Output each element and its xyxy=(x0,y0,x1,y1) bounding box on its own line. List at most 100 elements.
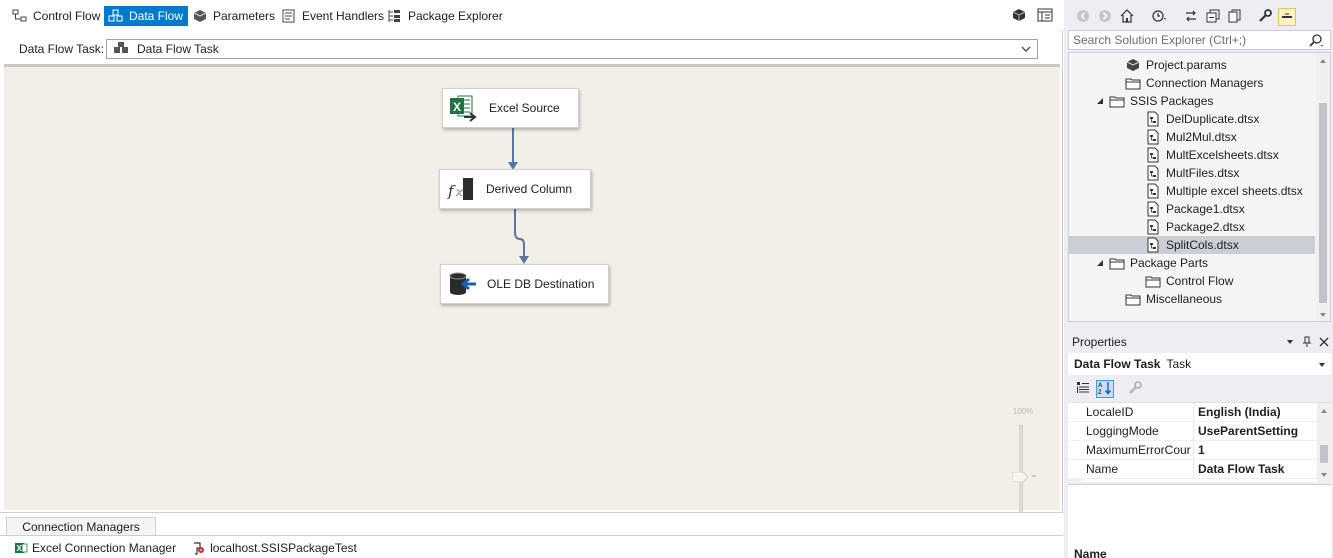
tree-item-label: Multiple excel sheets.dtsx xyxy=(1166,184,1303,198)
properties-scrollbar[interactable] xyxy=(1317,403,1331,483)
property-value[interactable]: 1 xyxy=(1194,441,1317,459)
property-row-localeid[interactable]: LocaleID English (India) xyxy=(1068,403,1317,422)
property-value[interactable]: Data Flow Task xyxy=(1194,460,1317,478)
scrollbar-thumb[interactable] xyxy=(1319,103,1327,303)
back-button[interactable] xyxy=(1074,8,1092,26)
window-dropdown-icon[interactable] xyxy=(1283,335,1297,349)
component-excel-source[interactable]: X Excel Source xyxy=(442,88,579,128)
package-designer: Control Flow Data Flow Parameters Event … xyxy=(0,0,1063,558)
ole-db-destination-icon xyxy=(445,269,479,299)
package-file-icon xyxy=(1145,237,1161,253)
zoom-slider-thumb[interactable] xyxy=(1011,471,1029,483)
tree-item[interactable]: SSIS Packages xyxy=(1069,92,1315,110)
tree-item[interactable]: Mul2Mul.dtsx xyxy=(1069,128,1315,146)
package-file-icon xyxy=(1145,129,1161,145)
pin-icon[interactable] xyxy=(1300,335,1314,349)
sort-alphabetical-icon: AZ xyxy=(1098,381,1112,398)
excel-connection-icon: X xyxy=(14,541,28,555)
chevron-down-icon xyxy=(1317,359,1327,369)
tab-control-flow[interactable]: Control Flow xyxy=(8,6,105,26)
folder-icon xyxy=(1125,291,1141,307)
property-row-loggingmode[interactable]: LoggingMode UseParentSetting xyxy=(1068,422,1317,441)
expanded-triangle-icon[interactable] xyxy=(1095,258,1105,268)
search-icon xyxy=(1308,33,1324,49)
properties-button[interactable] xyxy=(1256,8,1274,26)
component-ole-db-destination[interactable]: OLE DB Destination xyxy=(440,264,609,304)
properties-toolbar: AZ xyxy=(1068,376,1331,402)
data-flow-task-select[interactable]: Data Flow Task xyxy=(106,39,1038,59)
connection-managers-tab[interactable]: Connection Managers xyxy=(6,517,156,535)
property-value[interactable]: English (India) xyxy=(1194,403,1317,421)
pending-changes-button[interactable] xyxy=(1150,8,1168,26)
expanded-triangle-icon[interactable] xyxy=(1095,96,1105,106)
folder-icon xyxy=(1145,273,1161,289)
alphabetical-button[interactable]: AZ xyxy=(1096,380,1114,398)
properties-header: Properties xyxy=(1068,332,1331,352)
arrowhead-derived-to-oledb xyxy=(519,256,529,264)
tree-item[interactable]: SplitCols.dtsx xyxy=(1069,236,1315,254)
connection-item[interactable]: X Excel Connection Manager xyxy=(14,541,176,555)
property-row-name[interactable]: Name Data Flow Task xyxy=(1068,460,1317,479)
properties-object-selector[interactable]: Data Flow Task Task xyxy=(1068,353,1331,375)
scroll-down-icon[interactable] xyxy=(1318,309,1328,319)
search-placeholder: Search Solution Explorer (Ctrl+;) xyxy=(1073,33,1247,47)
tree-item-label: Package Parts xyxy=(1130,256,1209,270)
scroll-up-icon[interactable] xyxy=(1319,405,1329,419)
tree-item[interactable]: Package1.dtsx xyxy=(1069,200,1315,218)
categorized-icon xyxy=(1076,381,1090,398)
property-name: MaximumErrorCour xyxy=(1068,441,1194,459)
property-pages-button[interactable] xyxy=(1126,380,1144,398)
forward-button[interactable] xyxy=(1096,8,1114,26)
tree-item[interactable]: DelDuplicate.dtsx xyxy=(1069,110,1315,128)
back-arrow-icon xyxy=(1076,9,1090,26)
tree-item[interactable]: MultExcelsheets.dtsx xyxy=(1069,146,1315,164)
tab-event-handlers[interactable]: Event Handlers xyxy=(277,6,389,26)
data-flow-icon xyxy=(108,9,124,23)
show-all-files-button[interactable] xyxy=(1226,8,1244,26)
scrollbar-thumb[interactable] xyxy=(1320,445,1328,463)
svg-text:x: x xyxy=(456,185,463,199)
tab-parameters[interactable]: Parameters xyxy=(188,6,280,26)
ssis-toolbox-icon[interactable] xyxy=(1036,6,1054,24)
tree-item[interactable]: Connection Managers xyxy=(1069,74,1315,92)
path-derived-to-oledb xyxy=(514,209,525,259)
property-row-maximumerrorcount[interactable]: MaximumErrorCour 1 xyxy=(1068,441,1317,460)
component-derived-column[interactable]: fx Derived Column xyxy=(439,169,591,209)
solution-explorer-scrollbar[interactable] xyxy=(1316,53,1330,321)
tree-item[interactable]: Miscellaneous xyxy=(1069,290,1315,308)
solution-explorer-search-input[interactable]: Search Solution Explorer (Ctrl+;) xyxy=(1068,30,1331,50)
sync-button[interactable] xyxy=(1182,8,1200,26)
connection-item[interactable]: localhost.SSISPackageTest xyxy=(192,541,357,555)
package-explorer-icon xyxy=(387,9,403,23)
close-icon[interactable] xyxy=(1317,335,1331,349)
categorized-button[interactable] xyxy=(1074,380,1092,398)
tree-item[interactable]: Project.params xyxy=(1069,56,1315,74)
collapse-all-button[interactable] xyxy=(1204,8,1222,26)
connection-managers-panel: Connection Managers X Excel Connection M… xyxy=(0,512,1063,558)
tree-item[interactable]: Control Flow xyxy=(1069,272,1315,290)
property-value[interactable]: UseParentSetting xyxy=(1194,422,1317,440)
preview-selected-button[interactable] xyxy=(1278,8,1296,26)
tree-item-label: SplitCols.dtsx xyxy=(1166,238,1239,252)
tree-item[interactable]: MultFiles.dtsx xyxy=(1069,164,1315,182)
forward-arrow-icon xyxy=(1098,9,1112,26)
tree-item[interactable]: Multiple excel sheets.dtsx xyxy=(1069,182,1315,200)
tree-item[interactable]: Package2.dtsx xyxy=(1069,218,1315,236)
tree-item[interactable]: Package Parts xyxy=(1069,254,1315,272)
data-flow-canvas[interactable]: X Excel Source fx Derived Column OLE DB … xyxy=(4,64,1060,553)
tab-label: Event Handlers xyxy=(302,9,385,23)
tab-data-flow[interactable]: Data Flow xyxy=(104,6,189,26)
package-file-icon xyxy=(1145,147,1161,163)
collapse-all-icon xyxy=(1206,9,1220,26)
package-file-icon xyxy=(1145,165,1161,181)
scroll-down-icon[interactable] xyxy=(1319,469,1329,483)
variables-icon[interactable] xyxy=(1010,6,1028,24)
folder-icon xyxy=(1109,255,1125,271)
home-button[interactable] xyxy=(1118,8,1136,26)
package-file-icon xyxy=(1145,183,1161,199)
event-handlers-icon xyxy=(281,9,297,23)
tab-package-explorer[interactable]: Package Explorer xyxy=(383,6,508,26)
scroll-up-icon[interactable] xyxy=(1318,55,1328,65)
properties-grid: LocaleID English (India) LoggingMode Use… xyxy=(1068,402,1331,483)
tree-item-label: Miscellaneous xyxy=(1146,292,1223,306)
